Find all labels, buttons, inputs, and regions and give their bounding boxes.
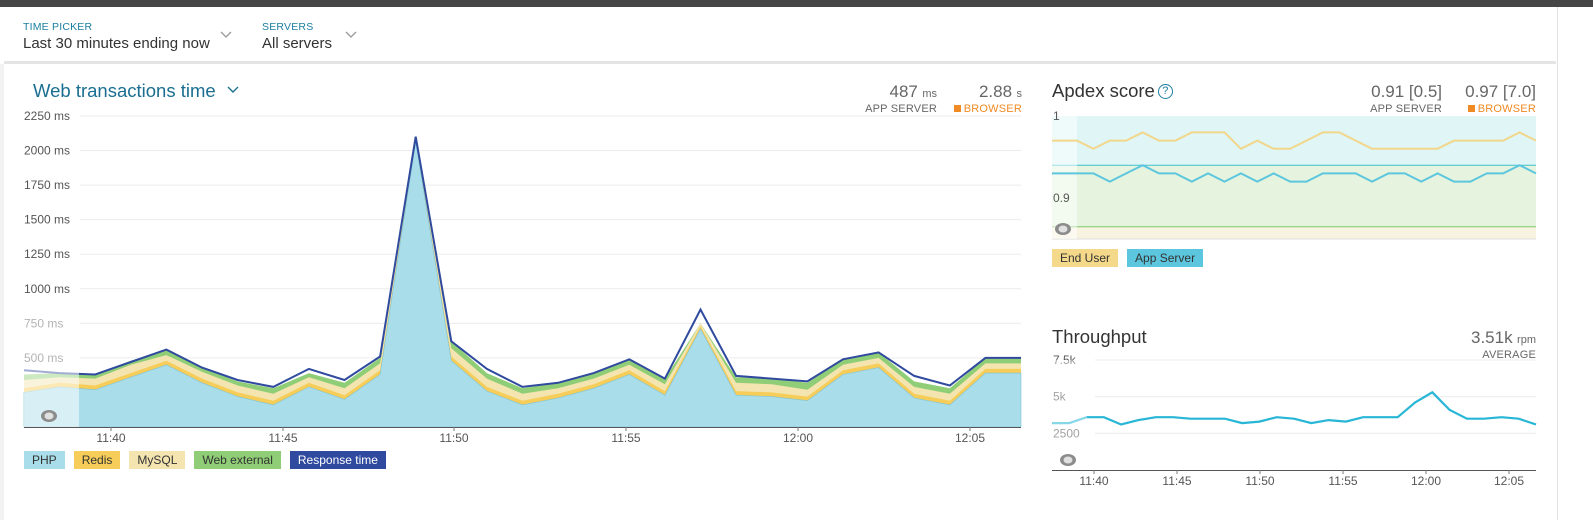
legend-item-redis[interactable]: Redis [73,451,121,469]
x-tick-label: 12:00 [783,431,813,445]
response-time-line [23,136,1021,388]
web-transactions-title[interactable]: Web transactions time [33,80,239,102]
y-tick-label: 1250 ms [24,247,70,261]
time-picker-value: Last 30 minutes ending now [23,35,210,52]
eye-inner [1063,456,1073,464]
web-browser-value: 2.88 [978,82,1013,101]
web-transactions-title-text: Web transactions time [33,80,216,101]
throughput-value: 3.51k [1471,328,1513,347]
time-picker[interactable]: TIME PICKER Last 30 minutes ending now [23,21,238,52]
visibility-toggle-icon[interactable] [1060,454,1076,466]
time-picker-label: TIME PICKER [23,21,93,33]
help-icon[interactable]: ? [1157,84,1173,99]
y-tick-label: 1 [1053,109,1060,123]
legend-item-web-external[interactable]: Web external [194,451,281,469]
visibility-toggle-icon[interactable] [41,410,57,422]
partial-data-overlay [1052,360,1087,470]
throughput-chart[interactable]: 7.5k5k250011:4011:4511:5011:5512:0012:05 [1045,350,1540,495]
x-tick-label: 11:50 [1245,474,1274,488]
y-tick-label: 1750 ms [24,178,70,192]
x-tick-label: 11:50 [439,431,468,445]
chevron-down-icon [227,86,239,93]
throughput-title: Throughput [1052,326,1147,347]
legend-item-mysql[interactable]: MySQL [129,451,186,469]
x-tick-label: 12:05 [1494,474,1524,488]
y-tick-label: 2000 ms [24,144,70,158]
visibility-toggle-icon[interactable] [1055,223,1071,235]
x-tick-label: 12:05 [955,431,985,445]
top-app-bar [0,0,1593,7]
x-tick-label: 11:55 [611,431,640,445]
x-tick-label: 11:45 [1162,474,1191,488]
right-gutter [1557,7,1593,520]
x-tick-label: 12:00 [1411,474,1441,488]
eye-inner [44,412,54,420]
band-fair [1052,226,1536,239]
legend-item-app-server[interactable]: App Server [1127,249,1204,267]
web-app-server-unit: ms [922,88,937,100]
y-tick-label: 1500 ms [24,213,70,227]
web-transactions-chart[interactable]: 2250 ms 2000 ms 1750 ms 1500 ms 1250 ms 1000 … [0,100,1030,445]
chevron-down-icon [345,31,357,38]
web-app-server-value: 487 [889,82,918,101]
filter-bar: TIME PICKER Last 30 minutes ending now S… [4,7,1556,64]
y-tick-label: 2250 ms [24,109,70,123]
y-tick-label: 0.9 [1053,191,1070,205]
x-tick-label: 11:40 [96,431,125,445]
x-tick-label: 11:40 [1079,474,1108,488]
partial-data-overlay [24,305,79,427]
legend-item-end-user[interactable]: End User [1052,249,1119,267]
servers-picker[interactable]: SERVERS All servers [262,21,362,52]
eye-inner [1058,225,1068,233]
apdex-legend: End User App Server [1052,249,1204,267]
apdex-title-text: Apdex score [1052,80,1155,101]
throughput-unit: rpm [1517,334,1536,346]
web-browser-unit: s [1016,88,1023,100]
x-tick-label: 11:55 [1328,474,1357,488]
partial-data-overlay [1052,116,1077,239]
apdex-browser-value: 0.97 [7.0] [1465,82,1536,101]
legend-item-php[interactable]: PHP [24,451,65,469]
x-tick-label: 11:45 [268,431,297,445]
apdex-chart[interactable]: 10.9 [1045,108,1540,243]
apdex-app-server-value: 0.91 [0.5] [1371,82,1442,101]
y-tick-label: 1000 ms [24,282,70,296]
chevron-down-icon [220,31,232,38]
apdex-title: Apdex score? [1052,80,1173,102]
web-transactions-legend: PHP Redis MySQL Web external Response time [24,451,386,469]
legend-item-response-time[interactable]: Response time [289,451,386,469]
